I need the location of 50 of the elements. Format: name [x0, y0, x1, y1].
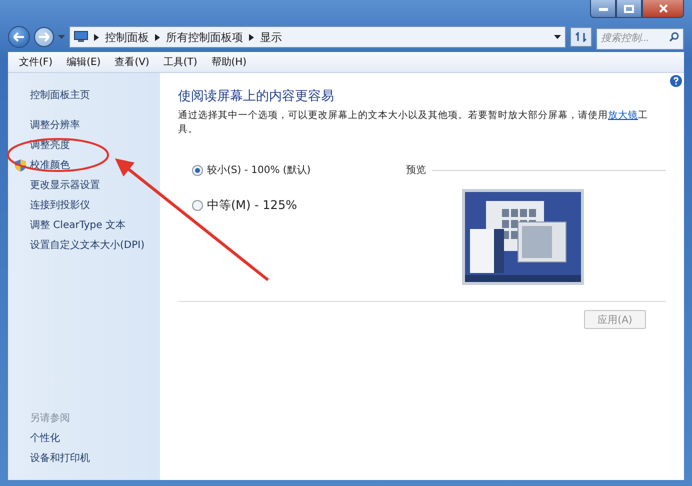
chevron-icon: [94, 34, 99, 40]
dropdown-caret-icon: [554, 35, 561, 39]
menu-item[interactable]: 工具(T): [156, 53, 204, 71]
breadcrumb[interactable]: 显示: [260, 30, 282, 44]
forward-button[interactable]: [34, 27, 54, 47]
preview-label: 预览: [406, 164, 426, 177]
chevron-icon: [249, 34, 254, 40]
back-arrow-icon: [13, 32, 25, 42]
close-icon: [658, 4, 668, 13]
sidebar-link[interactable]: 调整分辨率: [30, 115, 160, 135]
radio-button[interactable]: [192, 164, 203, 176]
chevron-icon: [155, 34, 160, 40]
magnifier-link[interactable]: 放大镜: [608, 110, 638, 121]
minimize-button[interactable]: [590, 0, 616, 18]
menu-item[interactable]: 文件(F): [12, 53, 60, 71]
menu-item[interactable]: 帮助(H): [204, 53, 254, 71]
breadcrumb[interactable]: 所有控制面板项: [166, 30, 243, 44]
back-button[interactable]: [8, 26, 30, 48]
option-label: 较小(S) - 100% (默认): [207, 164, 311, 177]
option-label: 中等(M) - 125%: [207, 197, 297, 214]
menu-item[interactable]: 查看(V): [108, 53, 156, 71]
breadcrumb[interactable]: 控制面板: [105, 30, 149, 44]
close-button[interactable]: [642, 0, 684, 18]
radio-button[interactable]: [192, 200, 203, 211]
refresh-icon: [575, 32, 587, 42]
help-icon[interactable]: [670, 75, 682, 87]
sidebar-link[interactable]: 更改显示器设置: [30, 175, 160, 195]
forward-arrow-icon: [38, 32, 50, 42]
sidebar-link[interactable]: 设备和打印机: [30, 448, 160, 468]
sidebar-link[interactable]: 调整 ClearType 文本: [30, 215, 160, 235]
address-bar[interactable]: 控制面板 所有控制面板项 显示: [69, 26, 566, 48]
page-title: 使阅读屏幕上的内容更容易: [178, 88, 335, 105]
see-also-heading: 另请参阅: [30, 412, 71, 426]
menu-item[interactable]: 编辑(E): [60, 53, 108, 71]
sidebar-link[interactable]: 个性化: [30, 428, 160, 448]
maximize-button[interactable]: [616, 0, 642, 18]
monitor-icon: [74, 31, 88, 43]
maximize-icon: [624, 4, 634, 12]
minimize-icon: [598, 6, 608, 10]
search-field[interactable]: 搜索控制...: [596, 28, 684, 50]
size-option[interactable]: 较小(S) - 100% (默认): [192, 163, 406, 177]
dropdown-caret-icon: [58, 35, 65, 39]
sidebar-link[interactable]: 控制面板主页: [30, 85, 160, 105]
description-text: 通过选择其中一个选项，可以更改屏幕上的文本大小以及其他项。若要暂时放大部分屏幕，请使用 放大镜工具。: [178, 109, 649, 137]
search-icon: [669, 32, 679, 42]
sidebar-link[interactable]: 连接到投影仪: [30, 195, 160, 215]
shield-icon: [14, 158, 27, 172]
sidebar-link[interactable]: 设置自定义文本大小(DPI): [30, 235, 160, 255]
refresh-button[interactable]: [570, 27, 592, 47]
size-option[interactable]: 中等(M) - 125%: [192, 197, 406, 214]
